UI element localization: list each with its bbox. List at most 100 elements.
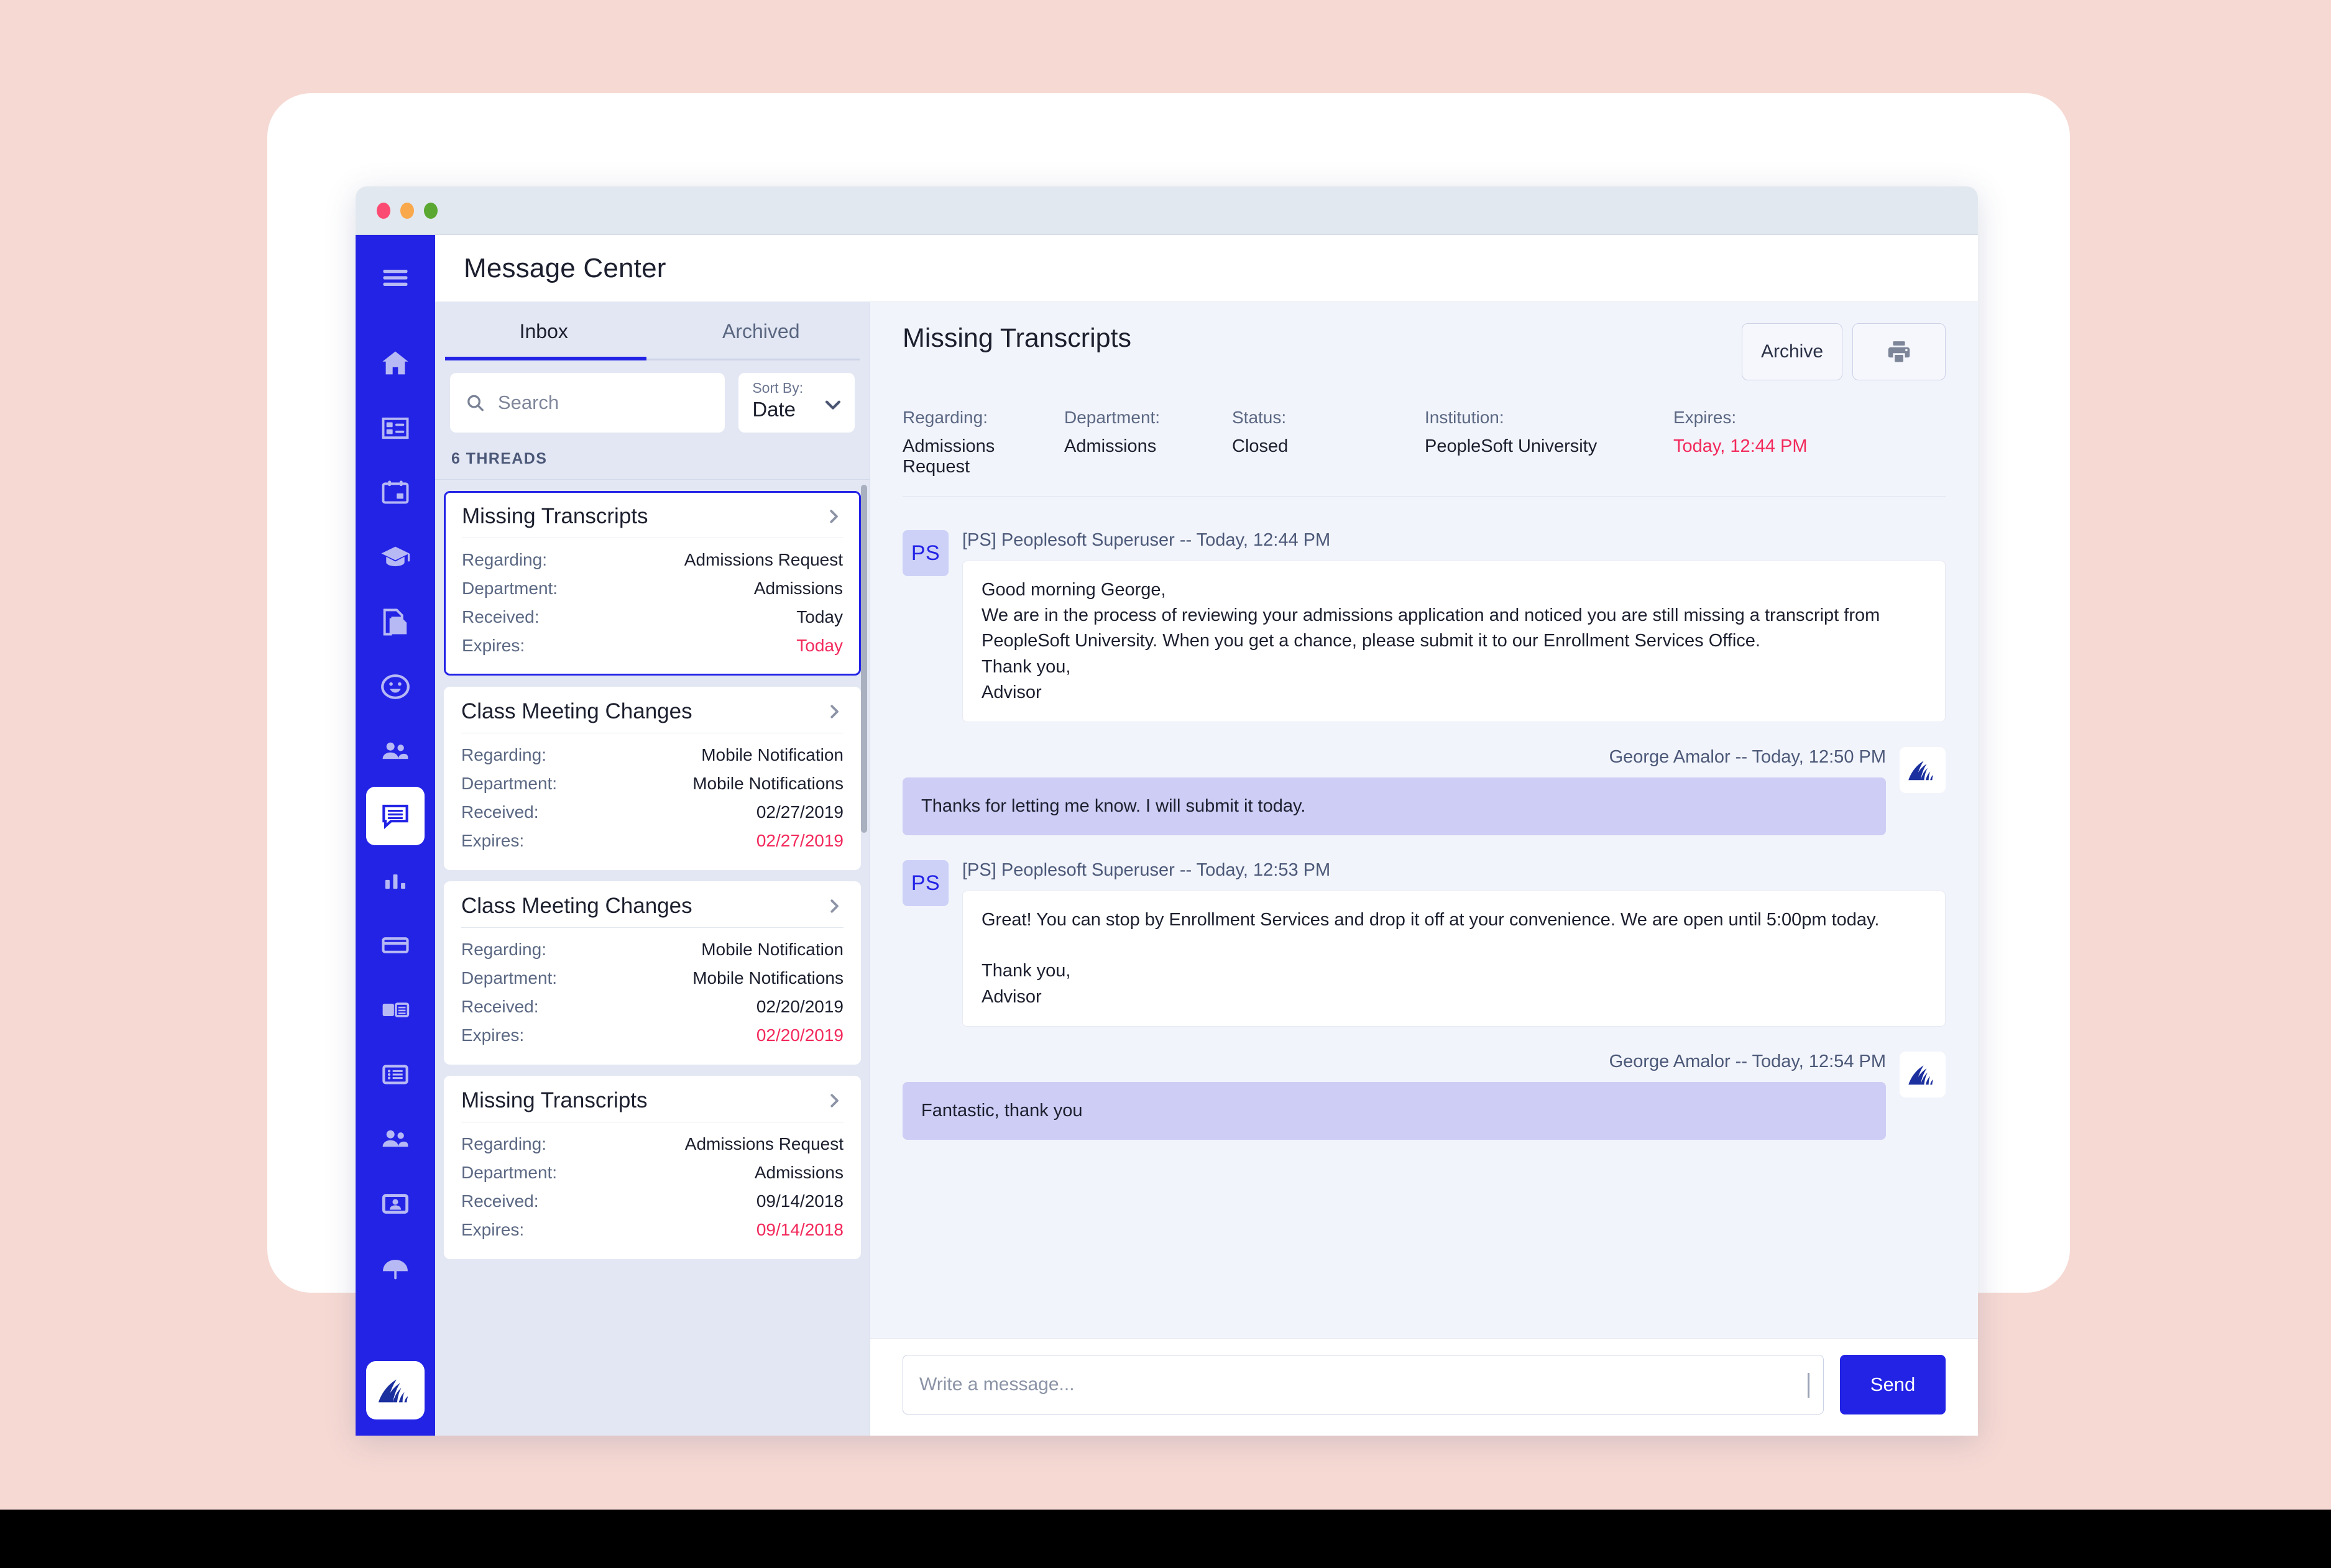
screen-bottom-bar: [0, 1510, 2331, 1568]
threads-count-label: 6 THREADS: [435, 438, 870, 480]
search-box[interactable]: [450, 373, 725, 433]
message-detail-panel: Missing Transcripts Archive Regarding: A…: [870, 302, 1978, 1436]
message-bubble: Good morning George, We are in the proces…: [962, 561, 1946, 722]
sidebar-item-dashboard[interactable]: [366, 399, 425, 457]
sidebar-brand-logo[interactable]: [366, 1361, 425, 1419]
thread-meta-row: Regarding: Admissions Request: [462, 546, 843, 574]
tab-active-underline: [445, 357, 646, 360]
message-line: Advisor: [982, 682, 1042, 702]
card-icon: [382, 937, 409, 953]
page-title: Message Center: [464, 252, 666, 283]
thread-card[interactable]: Class Meeting Changes Regarding: Mobile No…: [444, 687, 861, 870]
dashboard-card-icon: [382, 417, 409, 439]
thread-meta-key: Regarding:: [461, 745, 546, 764]
send-button[interactable]: Send: [1840, 1355, 1946, 1414]
calendar-icon: [382, 480, 409, 504]
sidebar-item-calendar[interactable]: [366, 464, 425, 522]
thread-list-scrollbar[interactable]: [861, 485, 867, 833]
sidebar-item-profile-card[interactable]: [366, 1175, 425, 1233]
sort-by-dropdown[interactable]: Sort By: Date: [738, 373, 855, 433]
thread-card[interactable]: Missing Transcripts Regarding: Admissions …: [444, 491, 861, 676]
thread-meta-key: Regarding:: [461, 940, 546, 959]
thread-meta-row: Expires: 02/27/2019: [461, 827, 844, 855]
page-background: Message Center Inbox Archived Search Sor…: [0, 0, 2331, 1568]
sidebar-item-documents[interactable]: [366, 593, 425, 651]
thread-card-header: Class Meeting Changes: [461, 894, 844, 927]
detail-meta-field: Department: Admissions: [1064, 408, 1220, 477]
detail-meta-field: Expires: Today, 12:44 PM: [1673, 408, 1807, 477]
thread-title: Missing Transcripts: [461, 1088, 648, 1112]
thread-meta-key: Department:: [462, 579, 558, 598]
archive-button[interactable]: Archive: [1742, 323, 1842, 380]
thread-card[interactable]: Class Meeting Changes Regarding: Mobile No…: [444, 881, 861, 1065]
message-line: Thanks for letting me know. I will submi…: [921, 795, 1306, 816]
message-bubble-icon: [382, 804, 408, 830]
thread-meta-value: Mobile Notifications: [692, 968, 844, 988]
detail-meta-key: Regarding:: [903, 408, 988, 427]
news-panel-icon: [382, 1002, 410, 1017]
thread-meta-key: Received:: [462, 607, 540, 626]
people-icon: [382, 742, 408, 759]
chevron-right-icon[interactable]: [825, 1091, 844, 1110]
message-meta: [PS] Peoplesoft Superuser -- Today, 12:5…: [962, 860, 1331, 881]
detail-header-top: Missing Transcripts Archive: [903, 323, 1946, 380]
thread-card[interactable]: Missing Transcripts Regarding: Admissions …: [444, 1076, 861, 1259]
thread-card-header: Missing Transcripts: [461, 1088, 844, 1122]
detail-meta-field: Status: Closed: [1232, 408, 1412, 477]
thread-title: Class Meeting Changes: [461, 699, 692, 723]
window-close-dot[interactable]: [377, 202, 390, 219]
message-line: [982, 933, 1926, 958]
message-thread: PS [PS] Peoplesoft Superuser -- Today, 12…: [870, 497, 1978, 1338]
thread-meta-value: 02/27/2019: [756, 802, 844, 822]
detail-title: Missing Transcripts: [903, 323, 1131, 353]
detail-meta-value: Admissions: [1064, 436, 1157, 456]
thread-meta-value: 02/20/2019: [756, 997, 844, 1016]
hamburger-menu-button[interactable]: [366, 249, 425, 307]
body-row: Inbox Archived Sort By:: [435, 302, 1978, 1436]
thread-card-header: Class Meeting Changes: [461, 699, 844, 733]
print-button[interactable]: [1852, 323, 1946, 380]
avatar: PS: [903, 860, 949, 907]
thread-meta-row: Received: 09/14/2018: [461, 1187, 844, 1216]
thread-meta-key: Expires:: [461, 1025, 525, 1045]
chevron-right-icon[interactable]: [824, 507, 843, 526]
sidebar-item-analytics[interactable]: [366, 851, 425, 910]
tab-inbox[interactable]: Inbox: [435, 302, 653, 360]
incoming-message: PS [PS] Peoplesoft Superuser -- Today, 12…: [903, 530, 1946, 722]
sidebar-item-wellness[interactable]: [366, 658, 425, 716]
chevron-right-icon[interactable]: [825, 897, 844, 915]
composer-resize-handle[interactable]: [1808, 1373, 1809, 1398]
composer-input[interactable]: [919, 1374, 1807, 1395]
message-composer: Send: [870, 1338, 1978, 1436]
tab-archived[interactable]: Archived: [653, 302, 870, 360]
sidebar-item-support[interactable]: [366, 1239, 425, 1298]
sidebar-item-people[interactable]: [366, 722, 425, 781]
search-input[interactable]: [497, 392, 710, 414]
sidebar-item-academics[interactable]: [366, 528, 425, 587]
sidebar-item-groups[interactable]: [366, 1110, 425, 1168]
thread-list[interactable]: Missing Transcripts Regarding: Admissions …: [435, 480, 870, 1436]
peoplesoft-mountain-logo: [378, 1379, 408, 1403]
sort-by-label: Sort By:: [752, 380, 804, 396]
sidebar-item-news[interactable]: [366, 981, 425, 1039]
thread-meta-row: Department: Mobile Notifications: [461, 964, 844, 993]
message-line: Great! You can stop by Enrollment Servic…: [982, 910, 1880, 930]
detail-meta-key: Expires:: [1673, 408, 1737, 427]
sidebar-item-list[interactable]: [366, 1045, 425, 1104]
thread-meta-row: Regarding: Admissions Request: [461, 1130, 844, 1158]
thread-meta-key: Regarding:: [461, 1134, 546, 1153]
sidebar-item-financials[interactable]: [366, 916, 425, 974]
thread-title: Class Meeting Changes: [461, 894, 692, 918]
thread-title: Missing Transcripts: [462, 504, 648, 528]
main-content: Message Center Inbox Archived Search Sor…: [435, 235, 1978, 1436]
sidebar-item-message-center[interactable]: [366, 787, 425, 845]
chevron-down-icon: [822, 394, 844, 415]
sidebar-item-home[interactable]: [366, 334, 425, 393]
browser-window: Message Center Inbox Archived Search Sor…: [356, 186, 1978, 1436]
detail-meta-key: Department:: [1064, 408, 1161, 427]
composer-input-wrap[interactable]: [903, 1355, 1824, 1414]
window-minimize-dot[interactable]: [400, 202, 414, 219]
search-and-sort-row: Sort By: Date: [435, 360, 870, 438]
window-maximize-dot[interactable]: [424, 202, 438, 219]
chevron-right-icon[interactable]: [825, 702, 844, 721]
